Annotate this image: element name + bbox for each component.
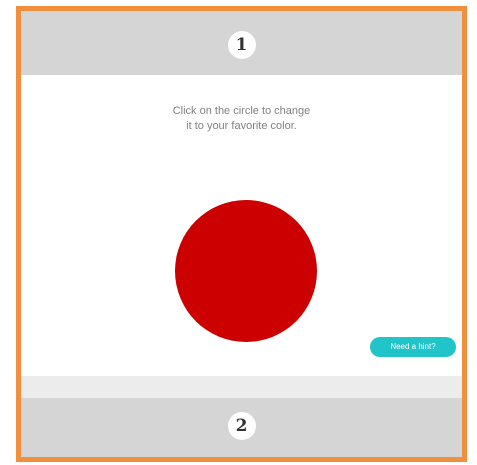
step-one-header: 1 <box>21 11 462 75</box>
need-a-hint-button[interactable]: Need a hint? <box>370 337 456 357</box>
instruction-line-2: it to your favorite color. <box>186 120 297 132</box>
color-circle[interactable] <box>175 200 317 342</box>
step-one-panel: Click on the circle to change it to your… <box>21 75 462 376</box>
section-divider <box>21 376 462 398</box>
tutorial-frame: 1 Click on the circle to change it to yo… <box>16 6 467 462</box>
step-one-badge: 1 <box>227 31 256 59</box>
instruction-line-1: Click on the circle to change <box>172 105 311 117</box>
step-two-header: 2 <box>21 398 462 457</box>
step-two-badge: 2 <box>227 412 256 440</box>
instruction-text: Click on the circle to change it to your… <box>21 104 462 134</box>
